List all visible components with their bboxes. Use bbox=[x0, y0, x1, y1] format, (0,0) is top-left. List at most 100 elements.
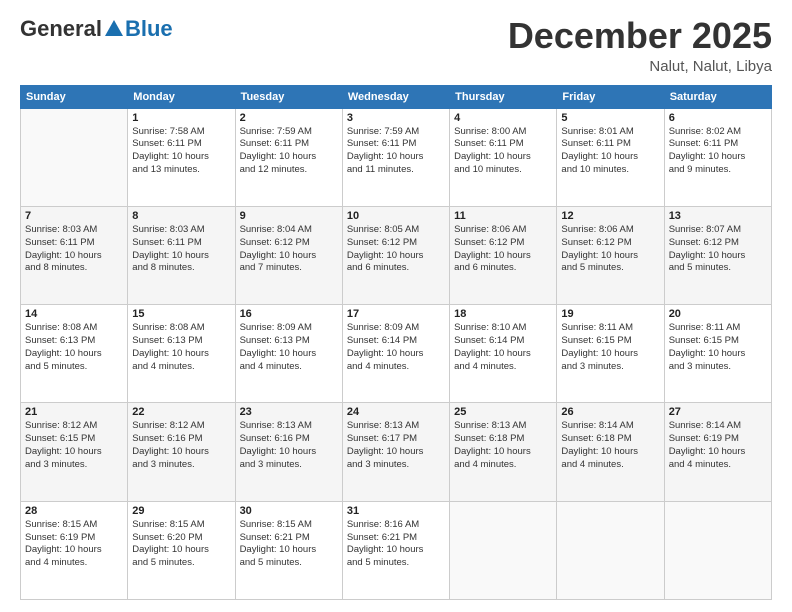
calendar-week-row: 14 Sunrise: 8:08 AM Sunset: 6:13 PM Dayli… bbox=[21, 305, 772, 403]
day-number: 23 bbox=[240, 406, 338, 418]
table-row: 6Sunrise: 8:02 AM Sunset: 6:11 PM Daylig… bbox=[664, 108, 771, 206]
day-number: 21 bbox=[25, 406, 123, 418]
day-info: Sunrise: 8:08 AM Sunset: 6:13 PM Dayligh… bbox=[25, 322, 123, 373]
day-info: Sunrise: 8:03 AM Sunset: 6:11 PM Dayligh… bbox=[132, 224, 230, 275]
table-row: 3 Sunrise: 7:59 AM Sunset: 6:11 PM Daylig… bbox=[342, 108, 449, 206]
table-row: 16 Sunrise: 8:09 AM Sunset: 6:13 PM Dayli… bbox=[235, 305, 342, 403]
logo-general-text: General bbox=[20, 16, 102, 42]
logo-blue-text: Blue bbox=[125, 16, 173, 42]
month-title: December 2025 bbox=[508, 16, 772, 56]
page: General Blue December 2025 Nalut, Nalut,… bbox=[0, 0, 792, 612]
weekday-header: Tuesday bbox=[235, 85, 342, 108]
table-row: 21 Sunrise: 8:12 AM Sunset: 6:15 PM Dayli… bbox=[21, 403, 128, 501]
day-number: 3 bbox=[347, 112, 445, 124]
day-number: 10 bbox=[347, 210, 445, 222]
day-info: Sunrise: 8:12 AM Sunset: 6:16 PM Dayligh… bbox=[132, 420, 230, 471]
table-row: 14 Sunrise: 8:08 AM Sunset: 6:13 PM Dayli… bbox=[21, 305, 128, 403]
table-row: 19Sunrise: 8:11 AM Sunset: 6:15 PM Dayli… bbox=[557, 305, 664, 403]
day-number: 12 bbox=[561, 210, 659, 222]
weekday-header: Monday bbox=[128, 85, 235, 108]
day-number: 16 bbox=[240, 308, 338, 320]
day-info: Sunrise: 8:08 AM Sunset: 6:13 PM Dayligh… bbox=[132, 322, 230, 373]
weekday-header: Saturday bbox=[664, 85, 771, 108]
table-row: 22 Sunrise: 8:12 AM Sunset: 6:16 PM Dayli… bbox=[128, 403, 235, 501]
day-info: Sunrise: 8:14 AM Sunset: 6:18 PM Dayligh… bbox=[561, 420, 659, 471]
table-row: 23 Sunrise: 8:13 AM Sunset: 6:16 PM Dayli… bbox=[235, 403, 342, 501]
day-info: Sunrise: 8:15 AM Sunset: 6:20 PM Dayligh… bbox=[132, 519, 230, 570]
weekday-header: Wednesday bbox=[342, 85, 449, 108]
day-number: 27 bbox=[669, 406, 767, 418]
day-info: Sunrise: 8:16 AM Sunset: 6:21 PM Dayligh… bbox=[347, 519, 445, 570]
table-row: 25 Sunrise: 8:13 AM Sunset: 6:18 PM Dayli… bbox=[450, 403, 557, 501]
table-row: 11 Sunrise: 8:06 AM Sunset: 6:12 PM Dayli… bbox=[450, 206, 557, 304]
table-row: 20 Sunrise: 8:11 AM Sunset: 6:15 PM Dayli… bbox=[664, 305, 771, 403]
table-row: 13 Sunrise: 8:07 AM Sunset: 6:12 PM Dayli… bbox=[664, 206, 771, 304]
day-number: 7 bbox=[25, 210, 123, 222]
day-number: 18 bbox=[454, 308, 552, 320]
weekday-header: Sunday bbox=[21, 85, 128, 108]
day-info: Sunrise: 7:59 AM Sunset: 6:11 PM Dayligh… bbox=[240, 126, 338, 177]
table-row: 28 Sunrise: 8:15 AM Sunset: 6:19 PM Dayli… bbox=[21, 501, 128, 599]
day-info: Sunrise: 8:06 AM Sunset: 6:12 PM Dayligh… bbox=[454, 224, 552, 275]
table-row: 5Sunrise: 8:01 AM Sunset: 6:11 PM Daylig… bbox=[557, 108, 664, 206]
calendar-week-row: 28 Sunrise: 8:15 AM Sunset: 6:19 PM Dayli… bbox=[21, 501, 772, 599]
table-row: 30Sunrise: 8:15 AM Sunset: 6:21 PM Dayli… bbox=[235, 501, 342, 599]
table-row bbox=[557, 501, 664, 599]
day-info: Sunrise: 8:02 AM Sunset: 6:11 PM Dayligh… bbox=[669, 126, 767, 177]
day-number: 22 bbox=[132, 406, 230, 418]
day-info: Sunrise: 7:58 AM Sunset: 6:11 PM Dayligh… bbox=[132, 126, 230, 177]
day-info: Sunrise: 8:11 AM Sunset: 6:15 PM Dayligh… bbox=[669, 322, 767, 373]
day-number: 15 bbox=[132, 308, 230, 320]
day-number: 17 bbox=[347, 308, 445, 320]
day-info: Sunrise: 8:13 AM Sunset: 6:16 PM Dayligh… bbox=[240, 420, 338, 471]
day-number: 31 bbox=[347, 505, 445, 517]
table-row: 27 Sunrise: 8:14 AM Sunset: 6:19 PM Dayli… bbox=[664, 403, 771, 501]
day-info: Sunrise: 8:00 AM Sunset: 6:11 PM Dayligh… bbox=[454, 126, 552, 177]
day-number: 29 bbox=[132, 505, 230, 517]
day-info: Sunrise: 8:05 AM Sunset: 6:12 PM Dayligh… bbox=[347, 224, 445, 275]
day-info: Sunrise: 8:13 AM Sunset: 6:17 PM Dayligh… bbox=[347, 420, 445, 471]
day-number: 28 bbox=[25, 505, 123, 517]
table-row: 1 Sunrise: 7:58 AM Sunset: 6:11 PM Daylig… bbox=[128, 108, 235, 206]
table-row: 7 Sunrise: 8:03 AM Sunset: 6:11 PM Daylig… bbox=[21, 206, 128, 304]
day-number: 13 bbox=[669, 210, 767, 222]
day-info: Sunrise: 8:03 AM Sunset: 6:11 PM Dayligh… bbox=[25, 224, 123, 275]
day-number: 20 bbox=[669, 308, 767, 320]
day-number: 11 bbox=[454, 210, 552, 222]
day-number: 1 bbox=[132, 112, 230, 124]
day-info: Sunrise: 8:14 AM Sunset: 6:19 PM Dayligh… bbox=[669, 420, 767, 471]
calendar-week-row: 7 Sunrise: 8:03 AM Sunset: 6:11 PM Daylig… bbox=[21, 206, 772, 304]
calendar-week-row: 1 Sunrise: 7:58 AM Sunset: 6:11 PM Daylig… bbox=[21, 108, 772, 206]
table-row: 24Sunrise: 8:13 AM Sunset: 6:17 PM Dayli… bbox=[342, 403, 449, 501]
day-info: Sunrise: 8:13 AM Sunset: 6:18 PM Dayligh… bbox=[454, 420, 552, 471]
table-row: 12Sunrise: 8:06 AM Sunset: 6:12 PM Dayli… bbox=[557, 206, 664, 304]
day-info: Sunrise: 8:15 AM Sunset: 6:19 PM Dayligh… bbox=[25, 519, 123, 570]
table-row: 8Sunrise: 8:03 AM Sunset: 6:11 PM Daylig… bbox=[128, 206, 235, 304]
table-row: 15 Sunrise: 8:08 AM Sunset: 6:13 PM Dayli… bbox=[128, 305, 235, 403]
table-row bbox=[664, 501, 771, 599]
day-info: Sunrise: 8:04 AM Sunset: 6:12 PM Dayligh… bbox=[240, 224, 338, 275]
table-row: 26Sunrise: 8:14 AM Sunset: 6:18 PM Dayli… bbox=[557, 403, 664, 501]
location: Nalut, Nalut, Libya bbox=[508, 58, 772, 75]
day-number: 14 bbox=[25, 308, 123, 320]
day-info: Sunrise: 8:09 AM Sunset: 6:13 PM Dayligh… bbox=[240, 322, 338, 373]
day-number: 30 bbox=[240, 505, 338, 517]
calendar-week-row: 21 Sunrise: 8:12 AM Sunset: 6:15 PM Dayli… bbox=[21, 403, 772, 501]
day-info: Sunrise: 8:01 AM Sunset: 6:11 PM Dayligh… bbox=[561, 126, 659, 177]
weekday-header: Thursday bbox=[450, 85, 557, 108]
logo-icon bbox=[103, 18, 125, 40]
table-row: 9 Sunrise: 8:04 AM Sunset: 6:12 PM Daylig… bbox=[235, 206, 342, 304]
header-row: SundayMondayTuesdayWednesdayThursdayFrid… bbox=[21, 85, 772, 108]
day-number: 19 bbox=[561, 308, 659, 320]
table-row: 10 Sunrise: 8:05 AM Sunset: 6:12 PM Dayli… bbox=[342, 206, 449, 304]
table-row bbox=[21, 108, 128, 206]
table-row: 17 Sunrise: 8:09 AM Sunset: 6:14 PM Dayli… bbox=[342, 305, 449, 403]
day-number: 25 bbox=[454, 406, 552, 418]
day-info: Sunrise: 8:07 AM Sunset: 6:12 PM Dayligh… bbox=[669, 224, 767, 275]
day-info: Sunrise: 8:12 AM Sunset: 6:15 PM Dayligh… bbox=[25, 420, 123, 471]
day-number: 9 bbox=[240, 210, 338, 222]
table-row: 4Sunrise: 8:00 AM Sunset: 6:11 PM Daylig… bbox=[450, 108, 557, 206]
day-info: Sunrise: 7:59 AM Sunset: 6:11 PM Dayligh… bbox=[347, 126, 445, 177]
table-row: 31 Sunrise: 8:16 AM Sunset: 6:21 PM Dayli… bbox=[342, 501, 449, 599]
day-info: Sunrise: 8:09 AM Sunset: 6:14 PM Dayligh… bbox=[347, 322, 445, 373]
